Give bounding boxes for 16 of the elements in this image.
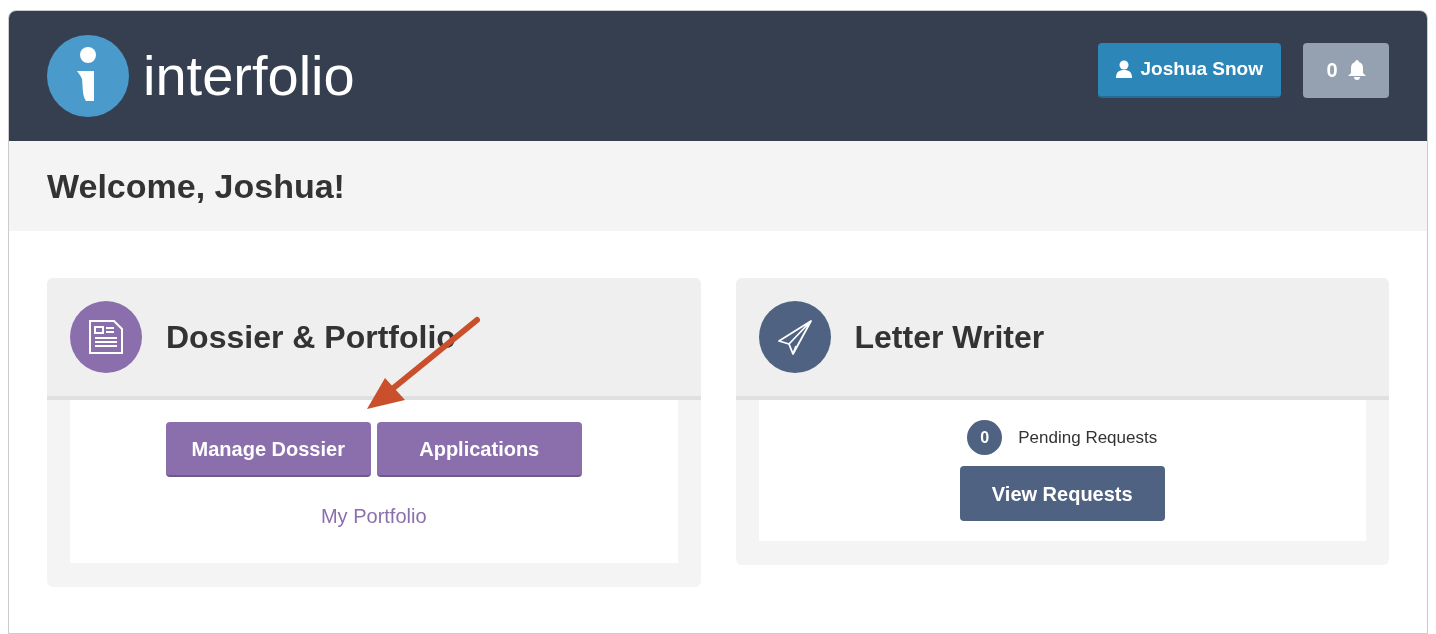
- view-requests-button[interactable]: View Requests: [959, 466, 1165, 521]
- logo-text: interfolio: [143, 43, 355, 109]
- portfolio-link[interactable]: My Portfolio: [320, 501, 427, 531]
- count-badge: 0: [967, 420, 1003, 455]
- notifications-button[interactable]: 0: [1303, 42, 1389, 98]
- document-icon: [86, 317, 126, 357]
- bell-icon: [1347, 60, 1366, 80]
- card-title: Letter Writer: [854, 318, 1045, 357]
- logo-icon: [47, 35, 129, 117]
- user-button[interactable]: Joshua Snow: [1097, 42, 1281, 98]
- card-title: Dossier & Portfolio: [166, 318, 456, 357]
- user-icon: [1115, 60, 1132, 78]
- pending-label: Pending Requests: [1018, 426, 1158, 449]
- welcome-heading: Welcome, Joshua!: [47, 165, 345, 207]
- action-button[interactable]: Applications: [376, 422, 582, 477]
- action-button[interactable]: Manage Dossier: [165, 422, 371, 477]
